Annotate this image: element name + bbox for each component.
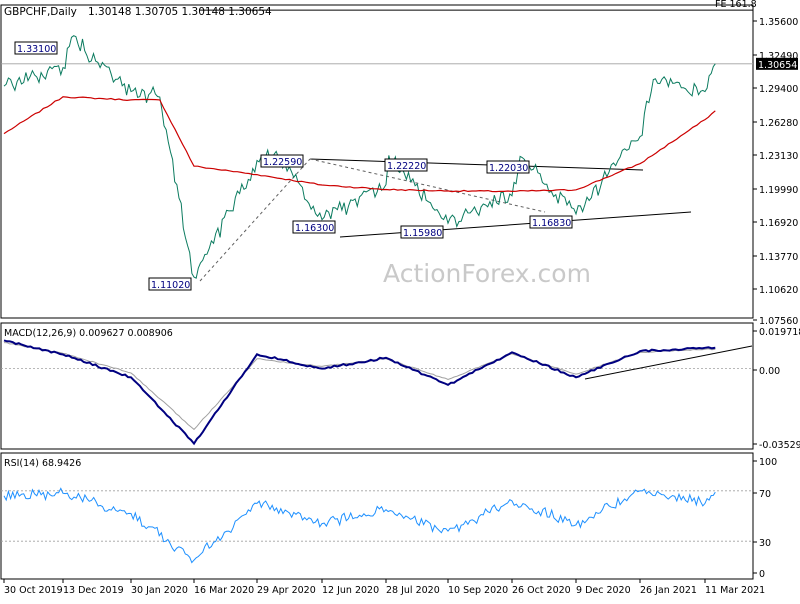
- time-axis-label: 11 Mar 2021: [705, 585, 765, 596]
- price-series-line: [3, 35, 716, 279]
- upper-channel-trendline: [309, 158, 644, 171]
- rsi-axis-label: 100: [759, 457, 777, 468]
- current-price-tag-label: 1.30654: [758, 60, 797, 71]
- price-annotation-label: 1.11020: [151, 280, 190, 291]
- fe-161-8-label: FE 161.8: [715, 0, 757, 10]
- time-axis-label: 13 Dec 2019: [63, 585, 124, 596]
- time-axis-label: 30 Oct 2019: [4, 585, 63, 596]
- lower-channel-trendline: [339, 211, 692, 238]
- time-axis-label: 10 Sep 2020: [448, 585, 508, 596]
- time-axis-label: 26 Jan 2021: [640, 585, 697, 596]
- price-annotation: 1.15980: [400, 225, 444, 239]
- price-axis-label: 1.13770: [759, 252, 798, 263]
- price-axis-label: 1.10620: [759, 285, 798, 296]
- macd-title: MACD(12,26,9) 0.009627 0.008906: [4, 328, 173, 339]
- price-annotation: 1.16830: [529, 215, 573, 229]
- price-annotation: 1.22590: [260, 154, 304, 168]
- price-annotation-label: 1.22590: [263, 157, 302, 168]
- moving-average-line: [3, 96, 716, 193]
- price-annotation: 1.11020: [148, 277, 192, 291]
- macd-axis-label: 0.00: [759, 366, 780, 377]
- price-axis-label: 1.16920: [759, 218, 798, 229]
- price-annotation-label: 1.22030: [489, 163, 528, 174]
- time-axis-label: 9 Dec 2020: [576, 585, 631, 596]
- price-annotation-label: 1.16300: [295, 223, 334, 234]
- gbpchf-daily-chart: GBPCHF,Daily 1.30148 1.30705 1.30148 1.3…: [0, 0, 800, 596]
- price-annotation: 1.22220: [384, 158, 428, 172]
- rsi-title: RSI(14) 68.9426: [4, 458, 81, 469]
- price-annotation: 1.16300: [292, 220, 336, 234]
- macd-main-line: [3, 339, 716, 446]
- rsi-axis-label: 70: [759, 489, 771, 500]
- macd-axis-label: -0.035295: [759, 440, 800, 451]
- price-annotation: 1.22030: [486, 160, 530, 174]
- time-axis-label: 12 Jun 2020: [322, 585, 379, 596]
- price-annotation-label: 1.16830: [532, 218, 571, 229]
- price-annotation-label: 1.33100: [17, 44, 56, 55]
- price-axis-label: 1.07560: [759, 316, 798, 327]
- macd-signal-line: [3, 342, 716, 431]
- price-axis-label: 1.29400: [759, 84, 798, 95]
- macd-panel-frame: [0, 322, 754, 450]
- price-annotation-label: 1.15980: [403, 228, 442, 239]
- price-axis-label: 1.19990: [759, 185, 798, 196]
- rsi-line: [3, 487, 716, 564]
- rsi-panel-frame: [0, 452, 754, 580]
- price-axis-label: 1.35600: [759, 17, 798, 28]
- time-axis-label: 29 Apr 2020: [257, 585, 316, 596]
- time-axis-label: 26 Oct 2020: [512, 585, 571, 596]
- price-axis-label: 1.26280: [759, 118, 798, 129]
- chart-root: GBPCHF,Daily 1.30148 1.30705 1.30148 1.3…: [0, 0, 800, 600]
- price-axis-label: 1.23130: [759, 151, 798, 162]
- watermark: ActionForex.com: [383, 259, 591, 288]
- chart-title: GBPCHF,Daily: [4, 6, 77, 18]
- time-axis-label: 16 Mar 2020: [194, 585, 254, 596]
- time-axis-label: 28 Jul 2020: [386, 585, 440, 596]
- price-annotation: 1.33100: [14, 41, 58, 55]
- rsi-axis-label: 30: [759, 538, 771, 549]
- price-annotation-label: 1.22220: [387, 161, 426, 172]
- ohlc-readout: 1.30148 1.30705 1.30148 1.30654: [88, 6, 272, 18]
- macd-axis-label: 0.019718: [759, 327, 800, 338]
- time-axis-label: 30 Jan 2020: [131, 585, 188, 596]
- rsi-axis-label: 0: [759, 569, 765, 580]
